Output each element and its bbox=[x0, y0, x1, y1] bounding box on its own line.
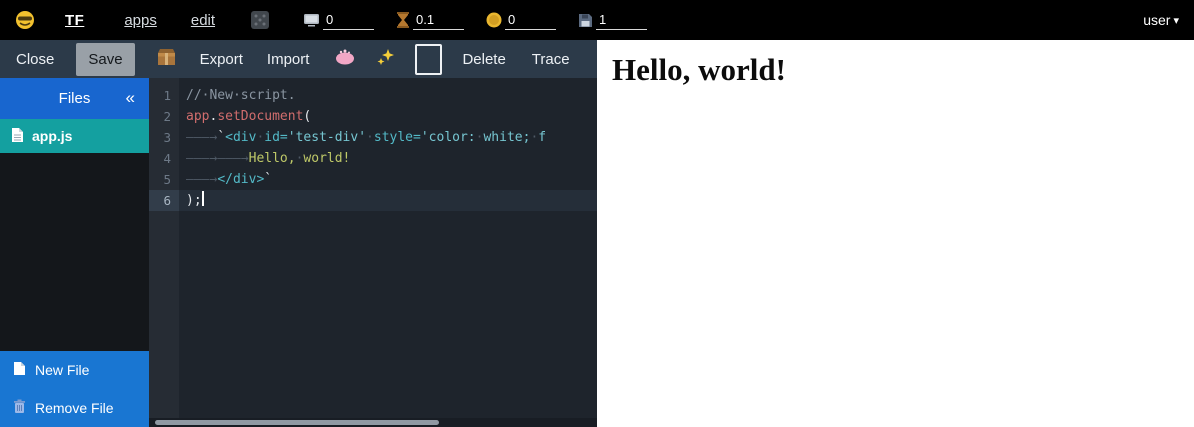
code-lines: 1//·New·script.2app.setDocument(3———→`<d… bbox=[149, 78, 597, 211]
coin-counter-value[interactable]: 0 bbox=[505, 11, 556, 30]
monitor-counter: 0 bbox=[303, 11, 374, 30]
package-button[interactable] bbox=[157, 48, 176, 70]
files-panel-title: Files bbox=[59, 90, 91, 107]
file-item-appjs[interactable]: app.js bbox=[0, 119, 149, 153]
floppy-counter: 1 bbox=[578, 11, 647, 30]
file-sidebar: Files « app.js New File Remove File bbox=[0, 78, 149, 427]
new-file-label: New File bbox=[35, 362, 89, 378]
monitor-counter-value[interactable]: 0 bbox=[323, 11, 374, 30]
floppy-icon bbox=[578, 13, 593, 28]
line-number: 2 bbox=[149, 106, 179, 127]
collapse-sidebar-button[interactable]: « bbox=[126, 88, 135, 108]
nav-edit-link[interactable]: edit bbox=[191, 12, 215, 29]
package-icon bbox=[157, 48, 176, 70]
user-menu[interactable]: user ▾ bbox=[1143, 12, 1179, 28]
files-panel-header: Files « bbox=[0, 78, 149, 119]
horizontal-scrollbar-thumb[interactable] bbox=[155, 420, 439, 425]
line-content: ———→`<div·id='test-div'·style='color:·wh… bbox=[179, 127, 597, 148]
text-cursor bbox=[202, 191, 204, 206]
line-content: //·New·script. bbox=[179, 85, 597, 106]
workspace: Files « app.js New File Remove File 1//·… bbox=[0, 78, 597, 427]
floppy-counter-value[interactable]: 1 bbox=[596, 11, 647, 30]
user-menu-label: user bbox=[1143, 12, 1170, 28]
preview-pane: Hello, world! bbox=[597, 40, 1194, 427]
blank-button[interactable] bbox=[415, 44, 442, 75]
file-list-empty-area bbox=[0, 153, 149, 351]
close-button[interactable]: Close bbox=[16, 51, 54, 68]
line-number: 4 bbox=[149, 148, 179, 169]
soap-icon bbox=[335, 49, 355, 69]
brand-link[interactable]: TF bbox=[65, 12, 84, 29]
import-button[interactable]: Import bbox=[267, 51, 310, 68]
code-line[interactable]: 5———→</div>` bbox=[149, 169, 597, 190]
code-line[interactable]: 3———→`<div·id='test-div'·style='color:·w… bbox=[149, 127, 597, 148]
trash-icon bbox=[13, 399, 26, 417]
save-button[interactable]: Save bbox=[76, 43, 134, 76]
delete-button[interactable]: Delete bbox=[462, 51, 505, 68]
line-content: app.setDocument( bbox=[179, 106, 597, 127]
coin-counter: 0 bbox=[486, 11, 556, 30]
preview-heading: Hello, world! bbox=[612, 52, 1194, 88]
new-file-button[interactable]: New File bbox=[0, 351, 149, 389]
line-content: ———→</div>` bbox=[179, 169, 597, 190]
topbar: TF apps edit 0 0.1 0 1 user ▾ bbox=[0, 0, 1194, 40]
soap-button[interactable] bbox=[335, 49, 355, 69]
code-line[interactable]: 1//·New·script. bbox=[149, 85, 597, 106]
coin-icon bbox=[486, 12, 502, 28]
line-number: 3 bbox=[149, 127, 179, 148]
grid-icon[interactable] bbox=[251, 11, 269, 29]
export-button[interactable]: Export bbox=[200, 51, 243, 68]
trace-button[interactable]: Trace bbox=[532, 51, 570, 68]
face-icon[interactable] bbox=[15, 10, 35, 30]
nav-apps-link[interactable]: apps bbox=[124, 12, 157, 29]
file-icon bbox=[11, 127, 24, 146]
sparkles-button[interactable] bbox=[377, 48, 395, 70]
editor-toolbar: Close Save Export Import Delete Trace bbox=[0, 40, 597, 78]
horizontal-scrollbar-track[interactable] bbox=[149, 418, 597, 427]
monitor-icon bbox=[303, 12, 320, 28]
code-line[interactable]: 2app.setDocument( bbox=[149, 106, 597, 127]
line-number: 1 bbox=[149, 85, 179, 106]
caret-down-icon: ▾ bbox=[1173, 14, 1179, 27]
hourglass-icon bbox=[396, 12, 410, 28]
code-line[interactable]: 6); bbox=[149, 190, 597, 211]
hourglass-counter: 0.1 bbox=[396, 11, 464, 30]
line-content: ———→———→Hello,·world! bbox=[179, 148, 597, 169]
remove-file-label: Remove File bbox=[35, 400, 114, 416]
line-number: 6 bbox=[149, 190, 179, 211]
sparkles-icon bbox=[377, 48, 395, 70]
hourglass-counter-value[interactable]: 0.1 bbox=[413, 11, 464, 30]
code-line[interactable]: 4———→———→Hello,·world! bbox=[149, 148, 597, 169]
line-number: 5 bbox=[149, 169, 179, 190]
file-name: app.js bbox=[32, 128, 72, 144]
remove-file-button[interactable]: Remove File bbox=[0, 389, 149, 427]
line-content: ); bbox=[179, 190, 597, 211]
code-editor[interactable]: 1//·New·script.2app.setDocument(3———→`<d… bbox=[149, 78, 597, 427]
new-file-icon bbox=[13, 361, 26, 379]
